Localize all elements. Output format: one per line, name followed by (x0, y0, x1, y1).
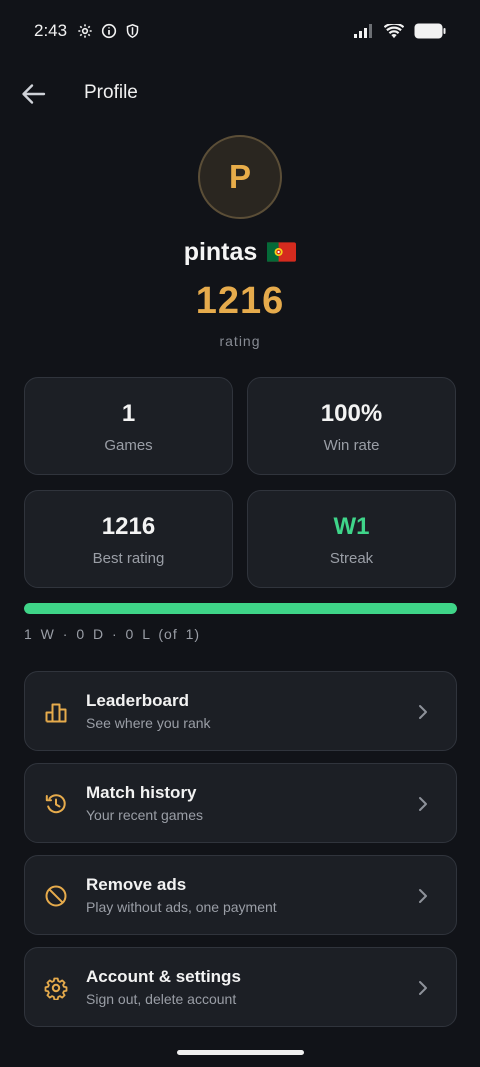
shield-status-icon (126, 23, 139, 39)
menu-item-title: Leaderboard (86, 691, 189, 710)
stat-label: Streak (329, 550, 374, 567)
info-status-icon (101, 23, 117, 39)
app-bar: Profile (0, 70, 480, 118)
menu-item-subtitle: See where you rank (86, 715, 211, 731)
history-icon (45, 794, 66, 814)
menu-item-account-settings[interactable]: Account & settings Sign out, delete acco… (24, 947, 457, 1027)
menu-item-title: Remove ads (86, 875, 187, 894)
menu-item-title: Account & settings (86, 967, 241, 986)
menu-item-remove-ads[interactable]: Remove ads Play without ads, one payment (24, 855, 457, 935)
avatar-initial: P (228, 158, 251, 195)
signal-icon (354, 24, 372, 38)
chevron-right-icon (419, 889, 427, 903)
home-indicator[interactable] (177, 1050, 304, 1055)
menu-item-leaderboard[interactable]: Leaderboard See where you rank (24, 671, 457, 751)
status-left-icons (77, 23, 140, 39)
stat-card-win-rate: 100% Win rate (247, 377, 456, 475)
battery-icon (414, 23, 446, 39)
win-progress-fill (24, 603, 457, 614)
status-time: 2:43 (34, 21, 68, 40)
win-progress-bar (24, 603, 457, 614)
portugal-flag-icon (267, 242, 297, 262)
status-right-icons (354, 23, 446, 39)
settings-status-icon (78, 24, 92, 38)
stat-card-streak: W1 Streak (247, 490, 456, 588)
rating-value: 1216 (195, 280, 285, 322)
menu-item-subtitle: Sign out, delete account (86, 991, 237, 1007)
stat-label: Win rate (323, 437, 380, 454)
menu-item-match-history[interactable]: Match history Your recent games (24, 763, 457, 843)
avatar: P (198, 135, 282, 219)
rating-label: rating (219, 333, 261, 349)
stat-card-games: 1 Games (24, 377, 233, 475)
chevron-right-icon (419, 797, 427, 811)
stat-label: Games (104, 437, 153, 454)
stat-value: 1216 (101, 513, 156, 540)
stat-value: W1 (333, 513, 370, 540)
block-icon (45, 885, 67, 907)
menu-item-subtitle: Your recent games (86, 807, 203, 823)
stat-value: 1 (121, 400, 136, 427)
chevron-right-icon (419, 981, 427, 995)
stat-label: Best rating (92, 550, 165, 567)
menu-item-subtitle: Play without ads, one payment (86, 899, 277, 915)
stat-card-best-rating: 1216 Best rating (24, 490, 233, 588)
menu-item-title: Match history (86, 783, 197, 802)
stat-value: 100% (320, 400, 383, 427)
chevron-right-icon (419, 705, 427, 719)
leaderboard-icon (45, 703, 67, 723)
username: pintas (183, 237, 258, 266)
status-bar: 2:43 (0, 0, 480, 62)
page-title: Profile (84, 82, 138, 103)
wifi-icon (384, 23, 404, 38)
record-summary: 1 W · 0 D · 0 L (of 1) (24, 626, 201, 642)
back-arrow-icon[interactable] (20, 82, 46, 106)
name-row: pintas (0, 234, 480, 270)
gear-icon (44, 977, 68, 1000)
